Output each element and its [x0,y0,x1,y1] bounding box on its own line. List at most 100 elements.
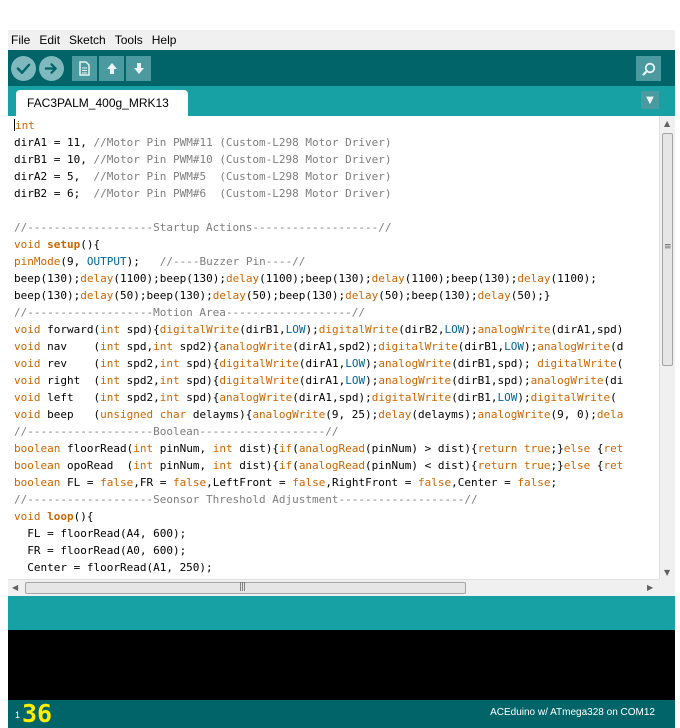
code-token: dirA2 = 5, [14,170,94,183]
code-token: analogWrite [537,340,611,353]
code-line[interactable]: dirA1 = 11, //Motor Pin PWM#11 (Custom-L… [14,134,659,151]
menu-sketch[interactable]: Sketch [69,33,106,47]
code-line[interactable]: //-------------------Motion Area--------… [14,304,659,321]
code-token: void [14,238,48,251]
scroll-down-arrow-icon[interactable]: ▼ [664,568,670,577]
code-line[interactable]: //-------------------Seonsor Threshold A… [14,491,659,508]
code-token: digitalWrite [318,323,399,336]
code-token: ;} [550,442,564,455]
horizontal-scrollbar[interactable]: ◀ ||| ▶ [8,579,659,596]
scroll-right-arrow-icon[interactable]: ▶ [647,583,653,592]
code-token: digitalWrite [371,391,452,404]
code-token: (dirB2, [398,323,445,336]
code-line[interactable]: pinMode(9, OUTPUT); //----Buzzer Pin----… [14,253,659,270]
code-line[interactable]: dirB1 = 10, //Motor Pin PWM#10 (Custom-L… [14,151,659,168]
code-line[interactable]: void left (int spd2,int spd){analogWrite… [14,389,659,406]
serial-monitor-button[interactable] [636,56,661,81]
code-line[interactable]: //-------------------Boolean------------… [14,423,659,440]
code-line[interactable]: boolean opoRead (int pinNum, int dist){i… [14,457,659,474]
new-button[interactable] [72,56,97,81]
menu-file[interactable]: File [11,33,30,47]
tab-sketch[interactable]: FAC3PALM_400g_MRK13 [16,90,188,116]
code-token: ; [550,476,558,489]
code-token: ); [517,391,531,404]
code-token: boolean [14,476,61,489]
menu-tools[interactable]: Tools [115,33,143,47]
code-token: return [477,459,518,472]
code-line[interactable]: boolean FL = false,FR = false,LeftFront … [14,474,659,491]
scroll-up-arrow-icon[interactable]: ▲ [664,119,670,128]
code-token: dela [596,408,624,421]
code-token: dirB2 = 6; [14,187,94,200]
code-token: int [159,391,180,404]
code-token: int [100,340,120,353]
scroll-left-arrow-icon[interactable]: ◀ [12,583,18,592]
code-line[interactable]: boolean floorRead(int pinNum, int dist){… [14,440,659,457]
code-line[interactable]: void rev (int spd2,int spd){digitalWrite… [14,355,659,372]
code-token: (dirB1, [457,340,505,353]
code-token: analogRead [298,442,366,455]
code-token: void [14,323,48,336]
code-token: delay [371,272,405,285]
code-line[interactable]: void right (int spd2,int spd){digitalWri… [14,372,659,389]
code-token: digitalWrite [530,391,611,404]
code-token: int [15,119,35,132]
console-output[interactable] [8,630,675,700]
code-line[interactable]: beep(130);delay(50);beep(130);delay(50);… [14,287,659,304]
code-line[interactable]: dirB2 = 6; //Motor Pin PWM#6 (Custom-L29… [14,185,659,202]
code-token: (50);beep(130); [113,289,213,302]
status-bar: 1 36 ACEduino w/ ATmega328 on COM12 [8,700,675,728]
overlay-number: 36 [22,699,53,728]
vertical-scrollbar[interactable]: ▲ ≡ ▼ [659,116,675,579]
code-line[interactable] [14,202,659,219]
code-line[interactable]: dirA2 = 5, //Motor Pin PWM#5 (Custom-L29… [14,168,659,185]
code-token: analogWrite [252,408,326,421]
code-token: right ( [47,374,101,387]
code-token: digitalWrite [219,357,299,370]
code-token: int [153,340,173,353]
tab-menu-button[interactable]: ▼ [641,91,659,109]
code-token: analogWrite [219,391,293,404]
open-button[interactable] [99,56,124,81]
code-token: pinNum, [153,459,213,472]
code-line[interactable]: int [14,117,659,134]
upload-button[interactable] [39,56,64,81]
code-token: //Motor Pin PWM#10 (Custom-L298 Motor Dr… [93,153,392,166]
verify-button[interactable] [11,56,36,81]
code-token: (9, 25); [325,408,379,421]
code-token: (dirB1,spd); [451,357,538,370]
code-token: int [100,391,120,404]
code-editor[interactable]: int dirA1 = 11, //Motor Pin PWM#11 (Custo… [8,116,675,596]
code-token: false [100,476,134,489]
code-line[interactable]: FL = floorRead(A4, 600); [14,525,659,542]
code-token: ,LeftFront = [206,476,293,489]
code-token: //-------------------Startup Actions----… [14,221,392,234]
save-button[interactable] [126,56,151,81]
code-token: (9, [60,255,87,268]
code-token: ( [292,459,299,472]
code-token: (dirB1, [239,323,286,336]
menu-help[interactable]: Help [152,33,177,47]
code-token: nav ( [47,340,101,353]
horizontal-scroll-thumb[interactable]: ||| [25,582,466,594]
code-token: beep(130); [14,289,81,302]
code-line[interactable]: Center = floorRead(A1, 250); [14,559,659,576]
code-token: ); [464,323,478,336]
code-token: (dirA1,spd) [550,323,624,336]
code-token: (1100);beep(130); [259,272,372,285]
code-line[interactable]: //-------------------Startup Actions----… [14,219,659,236]
code-area[interactable]: int dirA1 = 11, //Motor Pin PWM#11 (Custo… [14,117,659,577]
code-token: setup [47,238,81,251]
code-line[interactable]: void loop(){ [14,508,659,525]
code-line[interactable]: void forward(int spd){digitalWrite(dirB1… [14,321,659,338]
code-line[interactable]: void beep (unsigned char delayms){analog… [14,406,659,423]
code-line[interactable]: FR = floorRead(A0, 600); [14,542,659,559]
vertical-scroll-thumb[interactable]: ≡ [662,133,673,366]
code-token: (50);} [510,289,551,302]
code-line[interactable]: beep(130);delay(1100);beep(130);delay(11… [14,270,659,287]
menu-edit[interactable]: Edit [39,33,60,47]
code-token: (1100); [550,272,597,285]
code-line[interactable]: void nav (int spd,int spd2){analogWrite(… [14,338,659,355]
code-line[interactable]: void setup(){ [14,236,659,253]
code-token: FL = [60,476,101,489]
